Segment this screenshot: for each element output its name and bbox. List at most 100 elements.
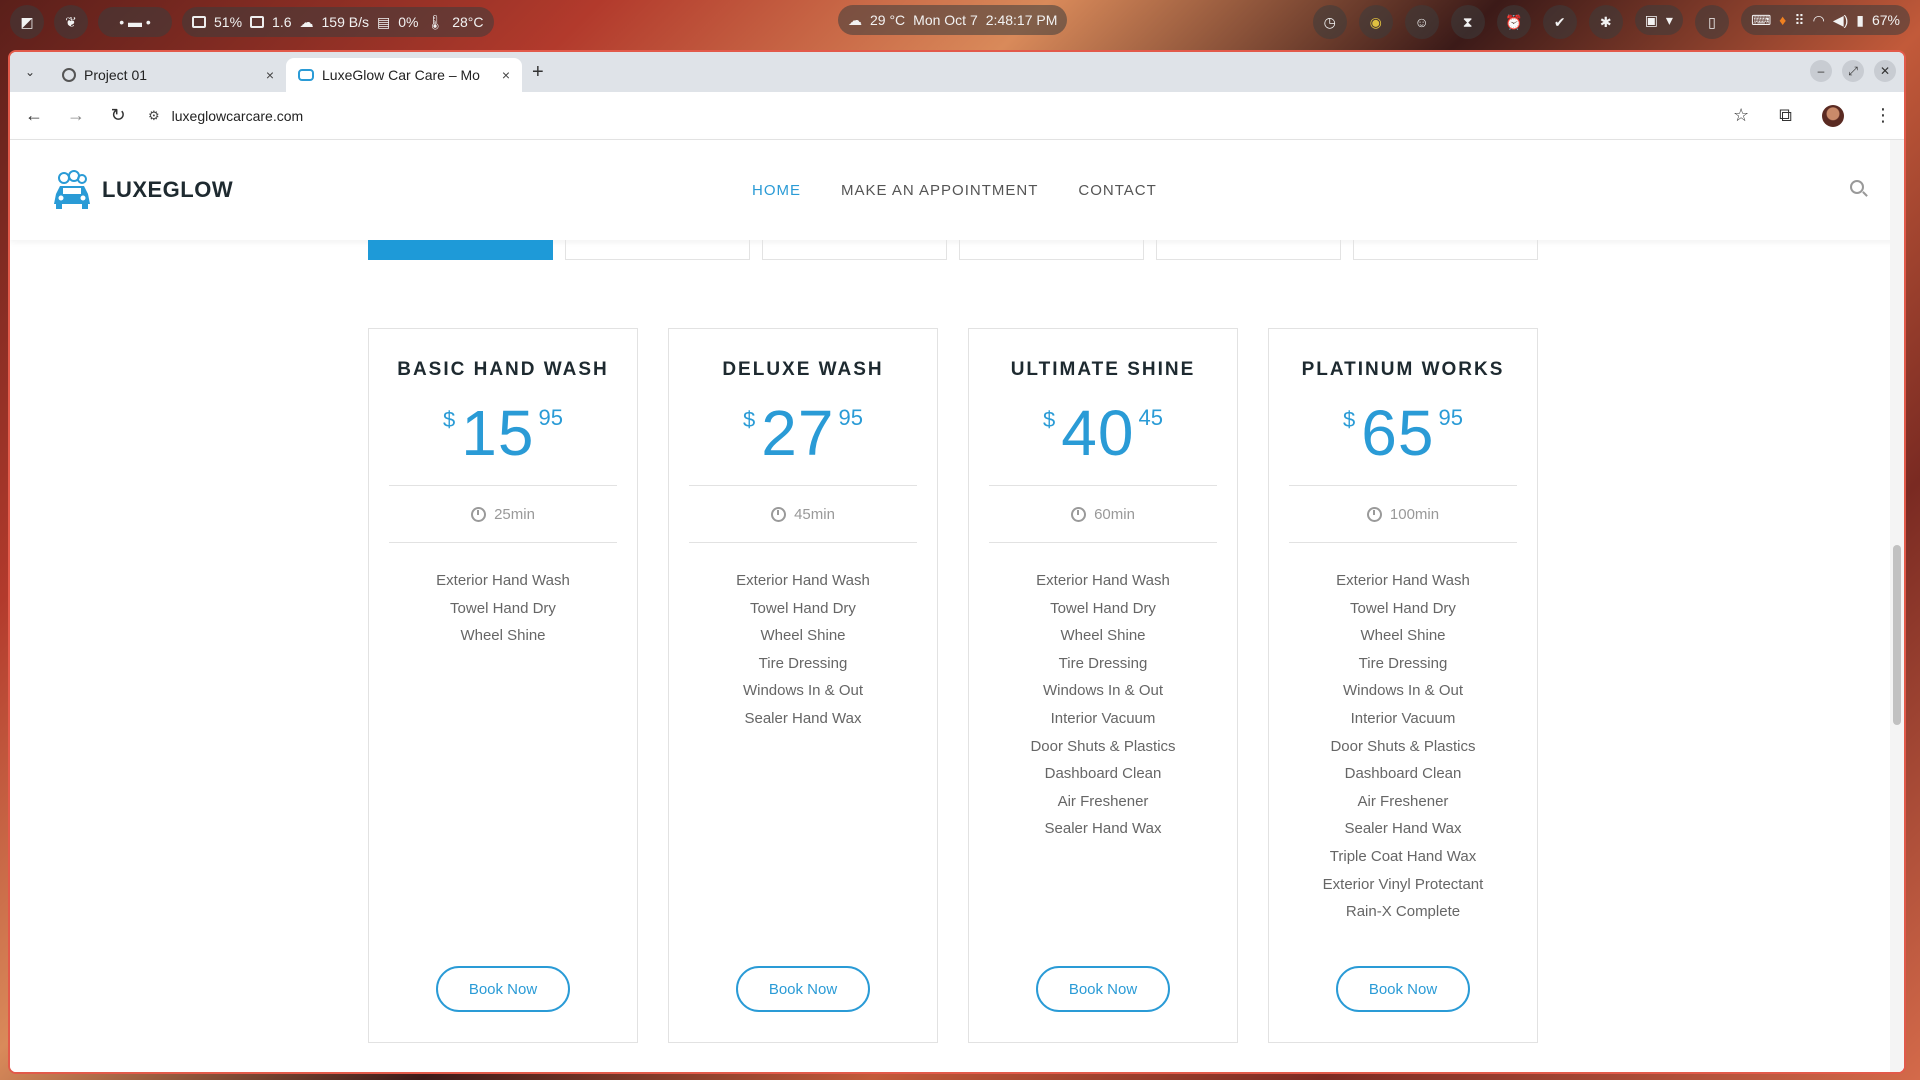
menu-icon[interactable]: ⋮	[1874, 105, 1892, 126]
feature-item: Wheel Shine	[760, 627, 846, 645]
nav-contact[interactable]: CONTACT	[1078, 182, 1156, 199]
launcher-button[interactable]: ◩	[10, 5, 44, 39]
close-window-icon[interactable]: ✕	[1874, 60, 1896, 82]
plan-duration: 25min	[471, 486, 535, 542]
check-icon: ✔	[1553, 13, 1566, 30]
scrollbar-thumb[interactable]	[1893, 545, 1901, 725]
tab-strip: ⌄ Project 01 × LuxeGlow Car Care – Mo × …	[10, 52, 1904, 92]
category-tab[interactable]	[1156, 240, 1341, 260]
page-scrollbar[interactable]	[1890, 140, 1904, 1072]
clipboard-button[interactable]: ▯	[1694, 5, 1729, 39]
check-button[interactable]: ✔	[1542, 5, 1577, 39]
category-tab[interactable]	[762, 240, 947, 260]
price-currency: $	[443, 407, 456, 432]
plan-price: $ 15 95	[443, 397, 563, 469]
pricing-card: BASIC HAND WASH $ 15 95 25min Exterior H…	[368, 328, 638, 1043]
divider	[989, 542, 1217, 543]
search-icon[interactable]	[1850, 180, 1864, 194]
car-favicon-icon	[298, 69, 314, 81]
car-wash-logo-icon	[54, 170, 90, 209]
extensions-icon[interactable]: ⧉	[1779, 105, 1792, 126]
workspace-switcher[interactable]: • ▬ •	[98, 7, 172, 37]
page-viewport: LUXEGLOW HOME MAKE AN APPOINTMENT CONTAC…	[10, 140, 1904, 1072]
back-icon[interactable]: ←	[22, 105, 46, 126]
address-bar[interactable]: ⚙ luxeglowcarcare.com	[148, 98, 1715, 134]
category-tab[interactable]	[368, 240, 553, 260]
feature-item: Sealer Hand Wax	[744, 709, 862, 727]
thermometer-icon: 🌡	[426, 13, 445, 30]
duration-text: 45min	[794, 505, 835, 523]
divider	[689, 542, 917, 543]
pricing-card: DELUXE WASH $ 27 95 45min Exterior Hand …	[668, 328, 938, 1043]
category-tab[interactable]	[565, 240, 750, 260]
battery-level: 67%	[1871, 12, 1900, 28]
feature-item: Air Freshener	[1357, 792, 1449, 810]
clock-icon	[1071, 506, 1087, 522]
browser-toolbar: ← → ↻ ⚙ luxeglowcarcare.com ☆ ⧉ ⋮	[10, 92, 1904, 140]
pricing-cards: BASIC HAND WASH $ 15 95 25min Exterior H…	[368, 328, 1538, 1043]
plan-title: PLATINUM WORKS	[1301, 359, 1505, 380]
feature-item: Tire Dressing	[1058, 654, 1148, 672]
screenshot-button[interactable]: ▣ ▾	[1634, 5, 1683, 35]
timer-button[interactable]: ◷	[1312, 5, 1347, 39]
feature-item: Wheel Shine	[1360, 627, 1446, 645]
price-cents: 95	[838, 405, 863, 430]
hourglass-button[interactable]: ⧗	[1450, 5, 1485, 39]
feature-item: Triple Coat Hand Wax	[1329, 847, 1477, 865]
duration-text: 60min	[1094, 505, 1135, 523]
category-tab[interactable]	[959, 240, 1144, 260]
plan-duration: 100min	[1366, 486, 1439, 542]
feature-item: Exterior Hand Wash	[736, 572, 870, 589]
plan-title: BASIC HAND WASH	[397, 359, 609, 380]
volume-icon: ◀)	[1832, 11, 1849, 28]
clipboard-icon: ▯	[1708, 13, 1716, 30]
site-header: LUXEGLOW HOME MAKE AN APPOINTMENT CONTAC…	[10, 140, 1904, 240]
url-text: luxeglowcarcare.com	[171, 107, 304, 124]
status-area[interactable]: ⌨ ♦ ⠿ ◠ ◀) ▮ 67%	[1740, 5, 1910, 35]
book-now-button[interactable]: Book Now	[1336, 966, 1470, 1012]
clock-weather[interactable]: ☁ 29 °C Mon Oct 7 2:48:17 PM	[838, 5, 1068, 35]
tray: ◷ ◉ ☺ ⧗ ⏰ ✔ ✱ ▣ ▾ ▯ ⌨ ♦ ⠿ ◠ ◀) ▮ 67%	[1312, 5, 1910, 39]
new-tab-button[interactable]: +	[532, 61, 544, 84]
eye-icon: ◉	[1369, 13, 1382, 30]
category-tab[interactable]	[1353, 240, 1538, 260]
alarm-icon: ⏰	[1504, 13, 1523, 30]
close-icon[interactable]: ×	[266, 67, 274, 83]
feature-item: Tire Dressing	[1358, 654, 1448, 672]
feature-item: Dashboard Clean	[1044, 765, 1162, 783]
site-settings-icon[interactable]: ⚙	[148, 108, 160, 124]
tab-luxeglow[interactable]: LuxeGlow Car Care – Mo ×	[286, 58, 522, 92]
category-tabs	[368, 240, 1538, 260]
reload-icon[interactable]: ↻	[106, 105, 130, 126]
maximize-icon[interactable]: ⤢	[1842, 60, 1864, 82]
profile-avatar[interactable]	[1822, 104, 1844, 127]
minimize-icon[interactable]: –	[1810, 60, 1832, 82]
book-now-button[interactable]: Book Now	[1036, 966, 1170, 1012]
bookmark-star-icon[interactable]: ☆	[1733, 105, 1749, 126]
nav-make-appointment[interactable]: MAKE AN APPOINTMENT	[841, 182, 1038, 199]
duration-text: 25min	[494, 505, 535, 523]
feature-item: Sealer Hand Wax	[1044, 820, 1162, 838]
tab-project-01[interactable]: Project 01 ×	[50, 58, 286, 92]
price-whole: 15	[461, 397, 535, 469]
user-button[interactable]: ☺	[1404, 5, 1439, 39]
feature-list: Exterior Hand Wash Towel Hand Dry Wheel Sh…	[736, 567, 870, 733]
alarm-button[interactable]: ⏰	[1496, 5, 1531, 39]
extension-button[interactable]: ✱	[1588, 5, 1623, 39]
tab-search-button[interactable]: ⌄	[16, 58, 44, 86]
price-currency: $	[1043, 407, 1056, 432]
book-now-button[interactable]: Book Now	[736, 966, 870, 1012]
system-monitor[interactable]: 51% 1.6 ☁ 159 B/s ▤ 0% 🌡 28°C	[182, 7, 494, 37]
book-now-button[interactable]: Book Now	[436, 966, 570, 1012]
close-icon[interactable]: ×	[502, 67, 510, 83]
feature-list: Exterior Hand Wash Towel Hand Dry Wheel Sh…	[436, 567, 570, 650]
site-logo[interactable]: LUXEGLOW	[50, 170, 233, 210]
tree-app-button[interactable]: ❦	[54, 5, 88, 39]
disk-icon: ▤	[376, 13, 391, 30]
nav-home[interactable]: HOME	[752, 182, 801, 199]
pricing-card: ULTIMATE SHINE $ 40 45 60min Exterior Ha…	[968, 328, 1238, 1043]
plan-duration: 60min	[1071, 486, 1135, 542]
forward-icon[interactable]: →	[64, 105, 88, 126]
feature-item: Towel Hand Dry	[1050, 599, 1156, 617]
eye-button[interactable]: ◉	[1358, 5, 1393, 39]
